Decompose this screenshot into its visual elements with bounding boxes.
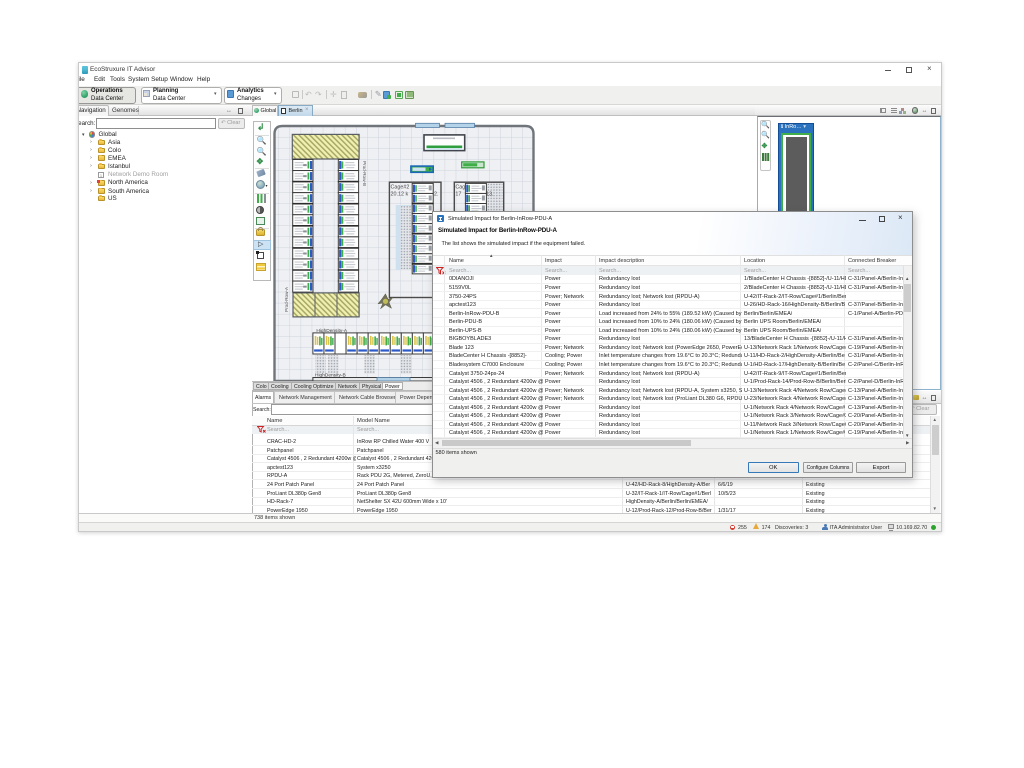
svg-text:Prod-Row-A: Prod-Row-A	[284, 286, 289, 312]
svg-text:20.12 k: 20.12 k	[391, 192, 409, 198]
svg-text:Prod-Row-B: Prod-Row-B	[362, 161, 367, 186]
svg-text:2.: 2.	[434, 192, 439, 198]
svg-text:Cage#2: Cage#2	[391, 185, 410, 191]
svg-text:17: 17	[455, 192, 461, 198]
svg-text:13.: 13.	[486, 192, 494, 198]
